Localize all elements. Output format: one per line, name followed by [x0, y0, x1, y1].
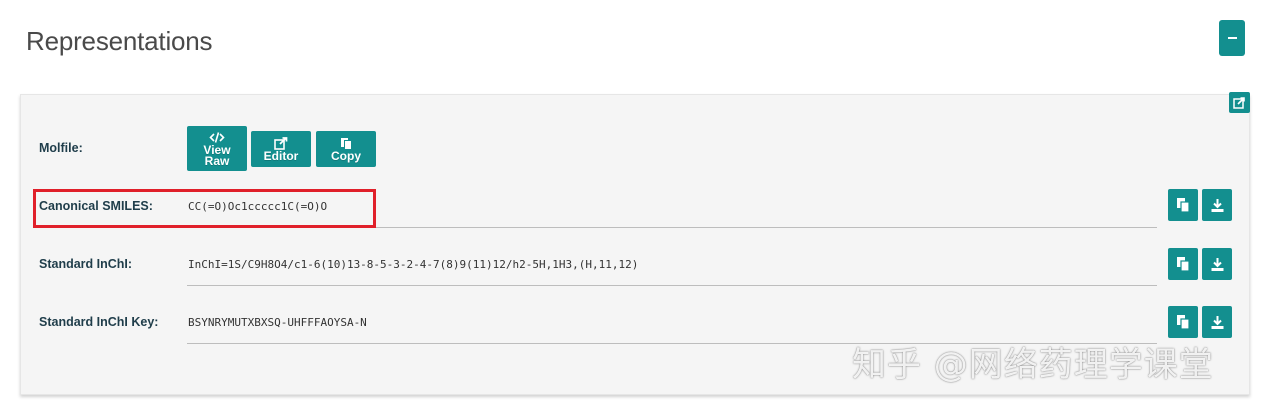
copy-icon — [1176, 315, 1190, 330]
copy-icon — [340, 137, 352, 150]
download-smiles-button[interactable] — [1202, 189, 1232, 221]
download-icon — [1211, 315, 1223, 329]
standard-inchi-key-label: Standard InChI Key: — [39, 315, 159, 329]
editor-button[interactable]: Editor — [251, 131, 311, 167]
collapse-button[interactable] — [1219, 20, 1245, 56]
watermark-text: 知乎 @网络药理学课堂 — [852, 345, 1214, 385]
section-title: Representations — [26, 26, 213, 56]
smiles-highlight-box — [33, 189, 376, 228]
share-icon — [1233, 97, 1245, 109]
view-raw-label-line2: Raw — [204, 153, 230, 168]
standard-inchi-label: Standard InChI: — [39, 257, 133, 271]
share-button[interactable] — [1229, 92, 1250, 113]
download-icon — [1211, 198, 1223, 212]
code-icon — [209, 131, 225, 143]
external-link-icon — [274, 136, 288, 150]
editor-label: Editor — [263, 148, 299, 163]
download-inchi-button[interactable] — [1202, 248, 1232, 280]
download-inchi-key-button[interactable] — [1202, 306, 1232, 338]
minus-icon — [1227, 37, 1237, 39]
standard-inchi-key-value[interactable]: BSYNRYMUTXBXSQ-UHFFFAOYSA-N — [188, 316, 367, 329]
view-raw-button[interactable]: View Raw — [187, 126, 247, 171]
row-divider — [187, 285, 1157, 286]
copy-button[interactable]: Copy — [316, 131, 376, 167]
copy-inchi-button[interactable] — [1168, 248, 1198, 280]
standard-inchi-value[interactable]: InChI=1S/C9H8O4/c1-6(10)13-8-5-3-2-4-7(8… — [188, 258, 638, 271]
copy-label: Copy — [331, 148, 361, 163]
copy-icon — [1176, 198, 1190, 213]
molfile-label: Molfile: — [39, 141, 83, 155]
download-icon — [1211, 257, 1223, 271]
copy-smiles-button[interactable] — [1168, 189, 1198, 221]
copy-inchi-key-button[interactable] — [1168, 306, 1198, 338]
copy-icon — [1176, 257, 1190, 272]
